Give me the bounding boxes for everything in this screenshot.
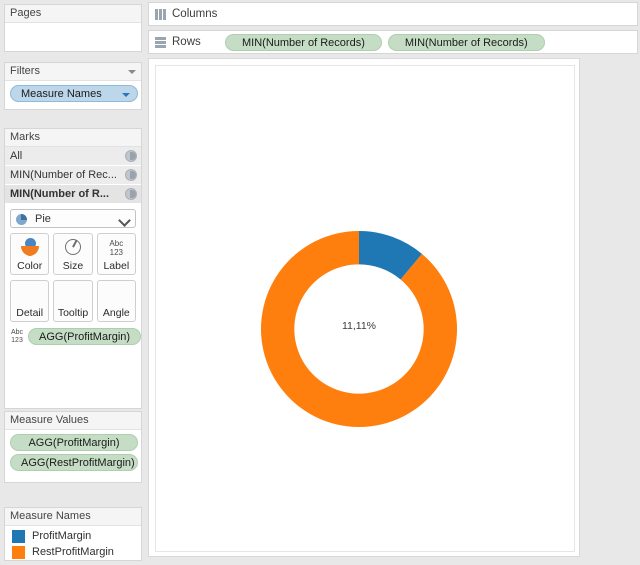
detail-button[interactable]: Detail — [10, 280, 50, 322]
tooltip-button[interactable]: Tooltip — [53, 280, 93, 322]
rows-pill-min-number-of-records-2[interactable]: MIN(Number of Records) — [387, 33, 545, 51]
marks-row-min-records-1[interactable]: MIN(Number of Rec... — [5, 166, 141, 185]
detail-button-label: Detail — [16, 307, 44, 319]
angle-button[interactable]: Angle — [96, 280, 136, 322]
marks-row-min-records-2[interactable]: MIN(Number of R... — [5, 185, 141, 204]
measure-names-list: ProfitMargin RestProfitMargin — [5, 526, 141, 564]
pages-card: Pages — [4, 4, 142, 52]
filters-title-label: Filters — [10, 65, 40, 77]
abc123-icon: Abc 123 — [98, 238, 135, 258]
color-button[interactable]: Color — [10, 233, 50, 275]
donut-chart[interactable]: 11,11% — [156, 66, 574, 551]
mark-card-toggle-icon[interactable] — [125, 188, 137, 200]
filter-pill-measure-names[interactable]: Measure Names — [10, 85, 138, 102]
size-icon — [54, 238, 91, 258]
tooltip-button-label: Tooltip — [57, 307, 89, 319]
measure-value-pill-restprofitmargin[interactable]: AGG(RestProfitMargin) — [10, 454, 138, 471]
label-button-label: Label — [103, 260, 130, 272]
measure-value-pill-profitmargin[interactable]: AGG(ProfitMargin) — [10, 434, 138, 451]
legend-swatch-icon — [12, 529, 25, 543]
color-button-label: Color — [17, 260, 43, 272]
abc-icon-bottom: 123 — [11, 336, 23, 344]
pie-icon — [16, 214, 27, 225]
rows-icon — [155, 36, 166, 48]
angle-button-label: Angle — [102, 307, 130, 319]
chevron-down-icon[interactable] — [122, 93, 130, 97]
columns-shelf[interactable]: Columns — [148, 2, 638, 26]
filters-card: Filters Measure Names — [4, 62, 142, 110]
rows-pill-min-number-of-records-1[interactable]: MIN(Number of Records) — [225, 33, 382, 51]
chevron-down-icon[interactable] — [118, 214, 131, 227]
measure-values-title: Measure Values — [5, 412, 141, 430]
legend-item-label: ProfitMargin — [32, 530, 92, 542]
legend-swatch-icon — [12, 545, 25, 559]
worksheet-canvas[interactable]: 11,11% — [155, 65, 575, 552]
marks-button-row-1: Color Size Abc 123 Label — [10, 233, 136, 275]
columns-shelf-label: Columns — [155, 8, 225, 20]
marks-row-label: MIN(Number of R... — [10, 188, 109, 200]
measure-names-title: Measure Names — [5, 508, 141, 526]
columns-label-text: Columns — [172, 8, 218, 20]
size-button-label: Size — [62, 260, 84, 272]
filters-drop-area[interactable]: Measure Names — [5, 81, 141, 106]
legend-item-profitmargin[interactable]: ProfitMargin — [10, 528, 136, 544]
donut-center-label: 11,11% — [341, 320, 377, 332]
legend-item-label: RestProfitMargin — [32, 546, 114, 558]
marks-button-row-2: Detail Tooltip Angle — [10, 280, 136, 322]
mark-type-dropdown[interactable]: Pie — [10, 209, 136, 228]
pages-card-title: Pages — [5, 5, 141, 23]
legend-item-restprofitmargin[interactable]: RestProfitMargin — [10, 544, 136, 560]
rows-shelf-label: Rows — [155, 36, 225, 48]
columns-icon — [155, 8, 166, 20]
measure-names-legend: Measure Names ProfitMargin RestProfitMar… — [4, 507, 142, 561]
filters-card-title: Filters — [5, 63, 141, 81]
marks-row-all[interactable]: All — [5, 147, 141, 166]
size-button[interactable]: Size — [53, 233, 93, 275]
measure-values-card: Measure Values AGG(ProfitMargin) AGG(Res… — [4, 411, 142, 483]
visualization-pane: 11,11% — [148, 58, 580, 557]
mark-card-toggle-icon[interactable] — [125, 169, 137, 181]
mark-type-value: Pie — [35, 213, 51, 225]
abc-icon-top: Abc — [10, 329, 24, 336]
pages-drop-area[interactable] — [5, 23, 141, 31]
filter-pill-label: Measure Names — [21, 88, 102, 100]
rows-shelf[interactable]: Rows MIN(Number of Records) MIN(Number o… — [148, 30, 638, 54]
rows-label-text: Rows — [172, 36, 201, 48]
abc-icon-bottom: 123 — [109, 247, 123, 257]
mark-card-toggle-icon[interactable] — [125, 150, 137, 162]
marks-card: Marks All MIN(Number of Rec... MIN(Numbe… — [4, 128, 142, 409]
marks-pill-agg-profitmargin[interactable]: AGG(ProfitMargin) — [28, 328, 142, 345]
chevron-down-icon[interactable] — [128, 70, 136, 74]
marks-row-label: All — [10, 150, 23, 162]
color-icon — [11, 238, 48, 258]
marks-row-label: MIN(Number of Rec... — [10, 169, 117, 181]
abc123-icon: Abc 123 — [10, 329, 24, 344]
marks-card-title: Marks — [5, 129, 141, 147]
marks-label-shelf[interactable]: Abc 123 AGG(ProfitMargin) — [10, 328, 142, 345]
label-button[interactable]: Abc 123 Label — [96, 233, 136, 275]
measure-values-list: AGG(ProfitMargin) AGG(RestProfitMargin) — [5, 430, 141, 478]
